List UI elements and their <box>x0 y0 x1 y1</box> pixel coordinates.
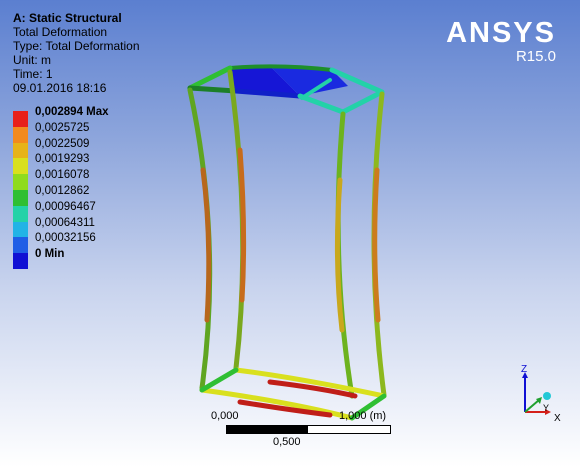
deformed-frame-model[interactable] <box>0 0 580 467</box>
graphics-viewport[interactable]: A: Static Structural Total Deformation T… <box>0 0 580 467</box>
front-right-column <box>335 111 355 399</box>
top-right-edges <box>329 67 385 115</box>
isometric-view-ball-icon[interactable] <box>543 392 551 400</box>
bottom-back-edge <box>233 367 387 399</box>
y-axis <box>524 399 540 413</box>
back-right-column-hot <box>372 167 381 323</box>
front-right-column-hot <box>334 177 345 333</box>
back-left-column <box>227 69 246 371</box>
top-front-edge-cyan <box>297 93 346 115</box>
top-left-edge <box>187 65 233 91</box>
coordinate-triad[interactable]: Z X Y <box>505 360 575 430</box>
y-label: Y <box>543 403 549 413</box>
z-label: Z <box>521 364 527 375</box>
bottom-left-edge <box>199 367 239 393</box>
top-front-edge-green <box>187 85 239 94</box>
x-label: X <box>554 413 561 424</box>
front-left-column-hot <box>200 167 212 323</box>
bottom-right-edge <box>349 393 387 421</box>
